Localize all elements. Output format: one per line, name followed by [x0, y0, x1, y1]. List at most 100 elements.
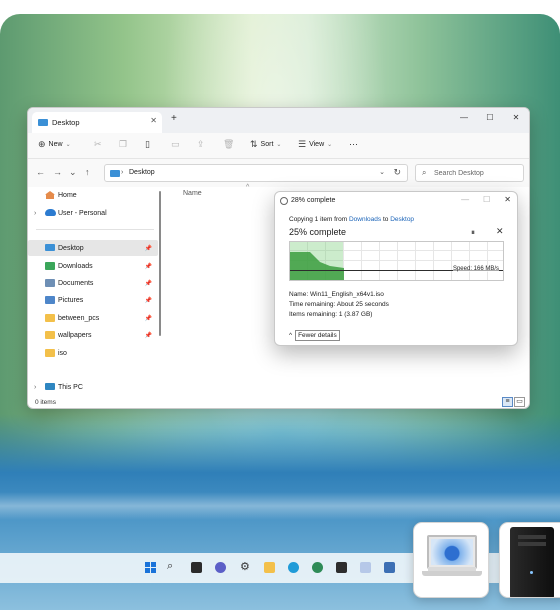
plus-circle-icon: ⊕	[38, 139, 46, 149]
chat-icon[interactable]	[215, 562, 226, 573]
sidebar-item-label: between_pcs	[58, 314, 100, 322]
scissors-icon: ✂	[94, 139, 102, 149]
new-tab-button[interactable]: +	[171, 113, 177, 124]
sidebar-item-wallpapers[interactable]: wallpapers 📌	[28, 327, 158, 343]
wallpaper-band	[0, 492, 560, 520]
sidebar-item-user-personal[interactable]: › User - Personal	[28, 205, 158, 221]
items-remaining: Items remaining: 1 (3.87 GB)	[289, 311, 373, 318]
tab-title: Desktop	[52, 118, 80, 127]
search-icon[interactable]: ⌕	[167, 560, 173, 573]
sidebar-item-between-pcs[interactable]: between_pcs 📌	[28, 310, 158, 326]
share-button[interactable]: ⇪	[197, 139, 205, 150]
paste-button[interactable]: ▯	[145, 139, 150, 150]
close-button[interactable]: ✕	[503, 108, 529, 128]
sidebar-item-home[interactable]: Home	[28, 187, 158, 203]
search-input[interactable]	[434, 167, 520, 180]
laptop-device-thumbnail	[413, 522, 489, 598]
edge-icon[interactable]	[288, 562, 299, 573]
terminal-icon[interactable]	[336, 562, 347, 573]
dialog-window-controls: — ☐ ✕	[461, 195, 511, 204]
file-explorer-icon[interactable]	[264, 562, 275, 573]
downloads-folder-icon	[45, 262, 55, 270]
sidebar-item-pictures[interactable]: Pictures 📌	[28, 292, 158, 308]
address-dropdown-icon[interactable]: ⌄	[379, 168, 385, 176]
new-button[interactable]: ⊕ New ⌄	[38, 139, 71, 150]
sidebar-scrollbar[interactable]	[159, 191, 161, 336]
chevron-right-icon[interactable]: ›	[34, 384, 36, 391]
sidebar-item-label: Downloads	[58, 262, 93, 270]
fewer-details-button[interactable]: Fewer details	[295, 330, 340, 341]
cancel-copy-button[interactable]: ✕	[496, 226, 504, 237]
sidebar-item-label: Pictures	[58, 296, 84, 304]
sidebar-item-desktop[interactable]: Desktop 📌	[28, 240, 158, 256]
maximize-button[interactable]: ☐	[477, 108, 503, 128]
source-link[interactable]: Downloads	[349, 216, 381, 223]
sort-icon: ⇅	[250, 139, 258, 149]
desktop-folder-icon	[38, 119, 48, 126]
recent-locations-button[interactable]: ⌄	[69, 167, 77, 178]
fewer-details-toggle[interactable]: ^ Fewer details	[289, 330, 340, 341]
sidebar-item-label: Documents	[58, 279, 94, 287]
desktop-folder-icon	[45, 244, 55, 251]
pin-icon: 📌	[144, 332, 152, 339]
view-icon: ☰	[298, 139, 307, 149]
chevron-down-icon: ⌄	[276, 142, 282, 148]
copy-button[interactable]: ❐	[119, 139, 127, 150]
tab-desktop[interactable]: Desktop ✕	[32, 112, 162, 133]
minimize-button[interactable]: —	[451, 108, 477, 128]
rename-button[interactable]: ▭	[171, 139, 180, 150]
chevron-down-icon: ⌄	[327, 142, 333, 148]
trash-icon: 🗑	[223, 139, 235, 149]
view-button[interactable]: ☰ View ⌄	[298, 139, 332, 150]
settings-gear-icon[interactable]: ⚙	[240, 560, 250, 573]
status-item-count: 0 items	[35, 399, 56, 406]
tiles-view-button[interactable]: ▭	[514, 397, 525, 407]
file-name: Name: Win11_English_x64v1.iso	[289, 291, 384, 298]
more-options-button[interactable]: ···	[349, 139, 358, 149]
back-button[interactable]: ←	[36, 167, 45, 177]
pc-tower-icon	[510, 527, 554, 597]
destination-link[interactable]: Desktop	[390, 216, 414, 223]
refresh-icon[interactable]: ↻	[393, 167, 401, 178]
pin-icon: 📌	[144, 297, 152, 304]
start-button[interactable]	[145, 562, 156, 573]
sidebar-item-iso[interactable]: iso	[28, 345, 158, 361]
app-icon[interactable]	[384, 562, 395, 573]
sort-button[interactable]: ⇅ Sort ⌄	[250, 139, 281, 150]
dialog-close-button[interactable]: ✕	[504, 195, 511, 204]
delete-button[interactable]: 🗑	[223, 139, 234, 150]
up-button[interactable]: ↑	[85, 167, 90, 177]
forward-button[interactable]: →	[53, 167, 62, 177]
chevron-right-icon[interactable]: ›	[34, 210, 36, 217]
copying-description: Copying 1 item from Downloads to Desktop	[289, 216, 414, 223]
copy-progress-icon	[280, 197, 288, 205]
column-header-name[interactable]: Name	[183, 190, 202, 197]
sidebar-item-documents[interactable]: Documents 📌	[28, 275, 158, 291]
sidebar-item-this-pc[interactable]: › This PC	[28, 379, 158, 395]
desktop-folder-icon	[110, 170, 120, 177]
notepad-icon[interactable]	[360, 562, 371, 573]
dialog-maximize-button[interactable]: ☐	[483, 195, 490, 204]
pin-icon: 📌	[144, 245, 152, 252]
details-view-button[interactable]: ≡	[502, 397, 513, 407]
breadcrumb-desktop[interactable]: Desktop	[129, 169, 155, 176]
pause-button[interactable]: ⏸	[471, 228, 475, 238]
edge-dev-icon[interactable]	[312, 562, 323, 573]
navigation-pane: Home › User - Personal Desktop 📌 Downloa…	[28, 187, 160, 396]
address-bar[interactable]: › Desktop ⌄ ↻	[104, 164, 408, 182]
window-controls: — ☐ ✕	[451, 108, 529, 128]
home-icon	[45, 191, 55, 199]
rename-icon: ▭	[171, 139, 180, 149]
tab-close-button[interactable]: ✕	[150, 116, 157, 125]
folder-icon	[45, 314, 55, 322]
speed-readout: Speed: 166 MB/s	[452, 266, 499, 272]
sidebar-item-downloads[interactable]: Downloads 📌	[28, 258, 158, 274]
pin-icon: 📌	[144, 315, 152, 322]
sidebar-item-label: This PC	[58, 383, 83, 391]
cut-button[interactable]: ✂	[94, 139, 102, 150]
address-row: ← → ⌄ ↑ › Desktop ⌄ ↻ ⌕	[28, 159, 529, 187]
task-view-icon[interactable]	[191, 562, 202, 573]
search-box[interactable]: ⌕	[415, 164, 524, 182]
dialog-minimize-button[interactable]: —	[461, 195, 469, 204]
copy-icon: ❐	[119, 139, 128, 149]
